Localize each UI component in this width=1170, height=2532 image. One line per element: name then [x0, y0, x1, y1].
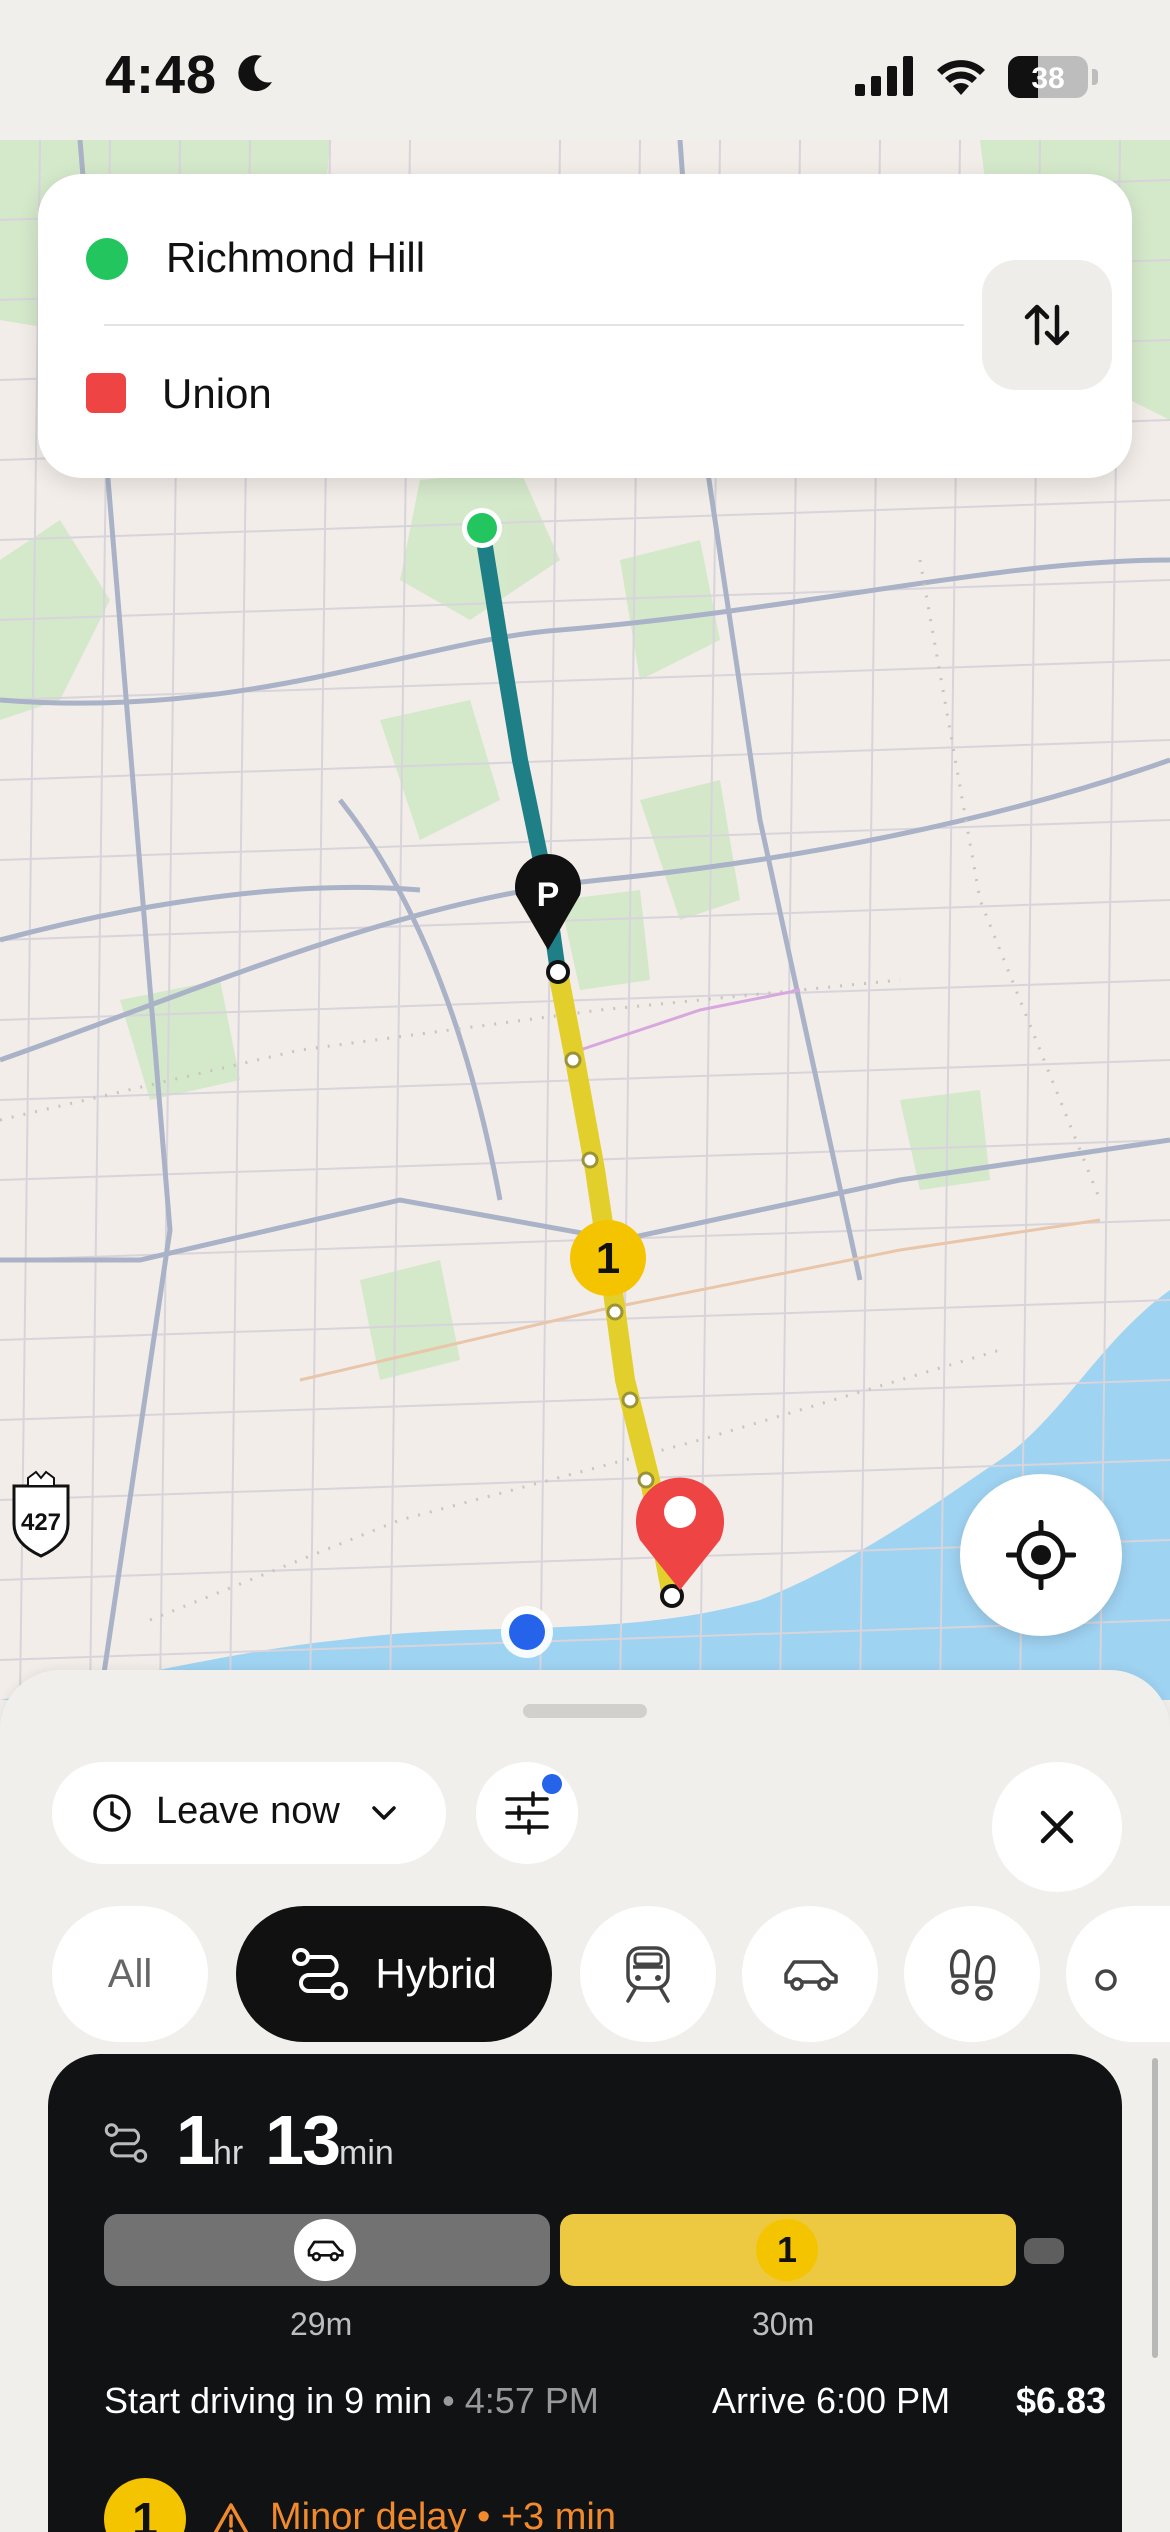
trip-option-card[interactable]: 1hr 13min 1 29m 30m Start driving in 9 mi… — [48, 2054, 1122, 2532]
swap-arrows-icon — [1024, 304, 1070, 346]
delay-alert[interactable]: 1 Minor delay • +3 min — [104, 2478, 1004, 2532]
chevron-down-icon — [372, 1806, 396, 1820]
mode-hybrid-label: Hybrid — [375, 1950, 497, 1997]
filter-button[interactable] — [476, 1762, 578, 1864]
filter-badge — [542, 1774, 562, 1794]
segment-transit-time: 30m — [752, 2306, 815, 2342]
status-bar: 4:48 38 — [0, 0, 1170, 140]
recenter-button[interactable] — [960, 1474, 1122, 1636]
leave-time-label: Leave now — [156, 1790, 340, 1832]
line-1-marker[interactable]: 1 — [570, 1220, 646, 1296]
duration-minutes: 13 — [265, 2101, 341, 2179]
leave-time-button[interactable]: Leave now — [52, 1762, 446, 1864]
car-icon — [784, 1960, 838, 1991]
trip-price: $6.83 — [1016, 2380, 1107, 2421]
mode-walk[interactable] — [904, 1906, 1040, 2042]
scrollbar[interactable] — [1152, 2058, 1158, 2358]
walk-icon — [949, 1949, 996, 2001]
highway-shield-icon: 427 — [12, 1470, 70, 1558]
origin-field[interactable]: Richmond Hill — [166, 234, 425, 282]
highway-shield-label: 427 — [21, 1509, 61, 1536]
parking-label: P — [537, 876, 560, 914]
origin-dot-icon — [86, 238, 128, 280]
status-time: 4:48 — [105, 45, 218, 105]
mode-drive[interactable] — [742, 1906, 878, 2042]
mode-all[interactable]: All — [52, 1906, 208, 2042]
divider — [104, 324, 964, 326]
sheet-grabber[interactable] — [523, 1704, 647, 1718]
start-time: 4:57 PM — [464, 2380, 599, 2421]
start-text: Start driving in 9 min — [104, 2380, 433, 2421]
wifi-icon — [937, 60, 985, 95]
segment-transit: 1 — [560, 2214, 1016, 2286]
segment-drive — [104, 2214, 550, 2286]
route-card: Richmond Hill Union — [38, 174, 1132, 478]
signal-icon — [855, 56, 913, 96]
crosshair-icon — [1006, 1520, 1076, 1590]
arrive-time: Arrive 6:00 PM — [712, 2380, 951, 2421]
line-1-badge: 1 — [104, 2478, 186, 2532]
warning-icon — [213, 2503, 249, 2532]
battery-icon: 38 — [1008, 56, 1088, 98]
separator: • — [442, 2380, 455, 2421]
sliders-icon — [505, 1791, 549, 1835]
trip-duration: 1hr 13min — [176, 2100, 416, 2180]
mode-bike[interactable] — [1066, 1906, 1170, 2042]
duration-hours-unit: hr — [212, 2134, 244, 2172]
mode-transit[interactable] — [580, 1906, 716, 2042]
bike-icon — [1095, 1969, 1117, 1991]
route-icon — [104, 2123, 148, 2163]
close-icon — [1040, 1810, 1074, 1844]
clock-icon — [93, 1794, 131, 1832]
start-info: Start driving in 9 min • 4:57 PM — [104, 2380, 599, 2422]
battery-cap — [1092, 69, 1098, 85]
mode-hybrid[interactable]: Hybrid — [236, 1906, 552, 2042]
line-1-badge: 1 — [756, 2219, 818, 2281]
mode-selector: All Hybrid — [0, 1906, 1170, 2046]
moon-icon — [238, 55, 272, 92]
swap-button[interactable] — [982, 260, 1112, 390]
train-icon — [626, 1946, 670, 2003]
duration-hours: 1 — [176, 2101, 215, 2179]
duration-minutes-unit: min — [339, 2134, 394, 2172]
current-location-dot — [501, 1606, 553, 1658]
segment-drive-time: 29m — [290, 2306, 353, 2342]
delay-text: Minor delay • +3 min — [270, 2496, 616, 2532]
route-icon — [292, 1948, 349, 2000]
destination-pin[interactable] — [636, 1477, 725, 1590]
close-button[interactable] — [992, 1762, 1122, 1892]
segment-walk — [1024, 2238, 1064, 2264]
battery-level: 38 — [1031, 62, 1065, 95]
destination-field[interactable]: Union — [162, 370, 272, 418]
line-1-marker-label: 1 — [596, 1234, 620, 1283]
destination-square-icon — [86, 373, 126, 413]
car-icon — [294, 2219, 356, 2281]
